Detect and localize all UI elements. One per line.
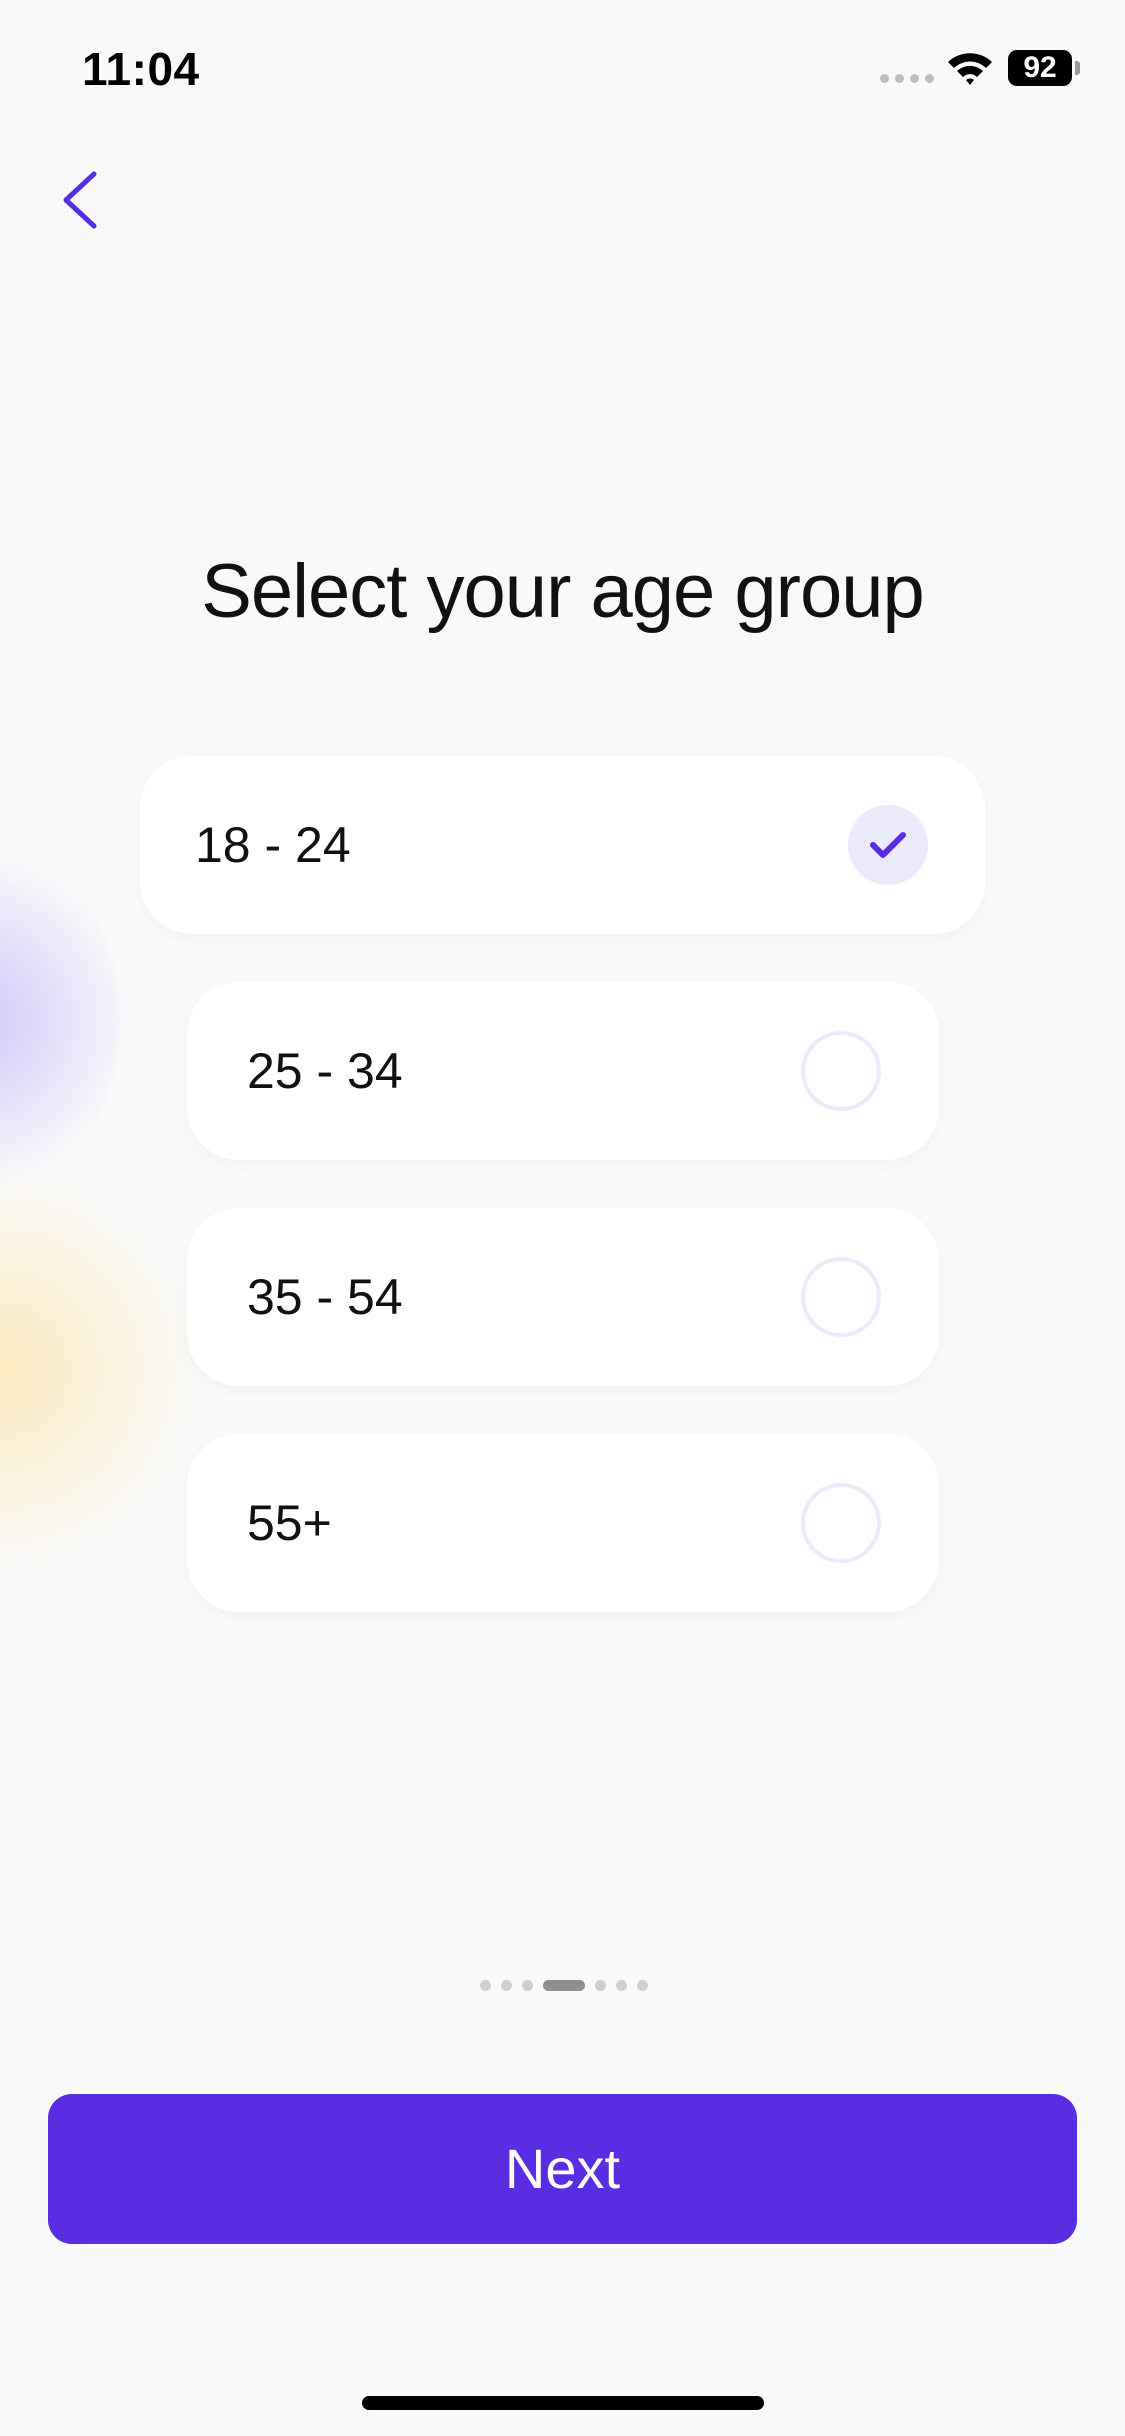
checkmark-icon [870, 832, 906, 858]
radio-unchecked[interactable] [801, 1483, 881, 1563]
option-label: 35 - 54 [247, 1269, 403, 1325]
status-time: 11:04 [82, 43, 200, 95]
page-title: Select your age group [201, 549, 925, 634]
page-indicator [480, 1980, 648, 1991]
option-label: 18 - 24 [195, 817, 351, 873]
home-indicator [362, 2396, 764, 2410]
option-label: 25 - 34 [247, 1043, 403, 1099]
cellular-signal-icon [880, 74, 934, 83]
page-dot [616, 1980, 627, 1991]
option-label: 55+ [247, 1495, 332, 1551]
chevron-left-icon [63, 171, 97, 229]
page-dot [480, 1980, 491, 1991]
option-25-34[interactable]: 25 - 34 [187, 982, 939, 1160]
page-dot [595, 1980, 606, 1991]
battery-icon: 92 [1008, 50, 1072, 86]
back-button[interactable] [50, 160, 110, 240]
decorative-yellow-glow [0, 1160, 200, 1580]
option-55-plus[interactable]: 55+ [187, 1434, 939, 1612]
option-18-24[interactable]: 18 - 24 [140, 756, 985, 934]
radio-unchecked[interactable] [801, 1257, 881, 1337]
battery-cap [1075, 61, 1080, 75]
radio-checked[interactable] [848, 805, 928, 885]
page-dot [522, 1980, 533, 1991]
option-35-54[interactable]: 35 - 54 [187, 1208, 939, 1386]
next-button[interactable]: Next [48, 2094, 1077, 2244]
wifi-icon [948, 53, 992, 85]
page-dot [637, 1980, 648, 1991]
page-dot [501, 1980, 512, 1991]
radio-unchecked[interactable] [801, 1031, 881, 1111]
page-dot-active [543, 1980, 585, 1991]
decorative-purple-glow [0, 830, 120, 1210]
age-group-screen: 11:04 92 Select your age group 18 - 24 2… [0, 0, 1125, 2436]
